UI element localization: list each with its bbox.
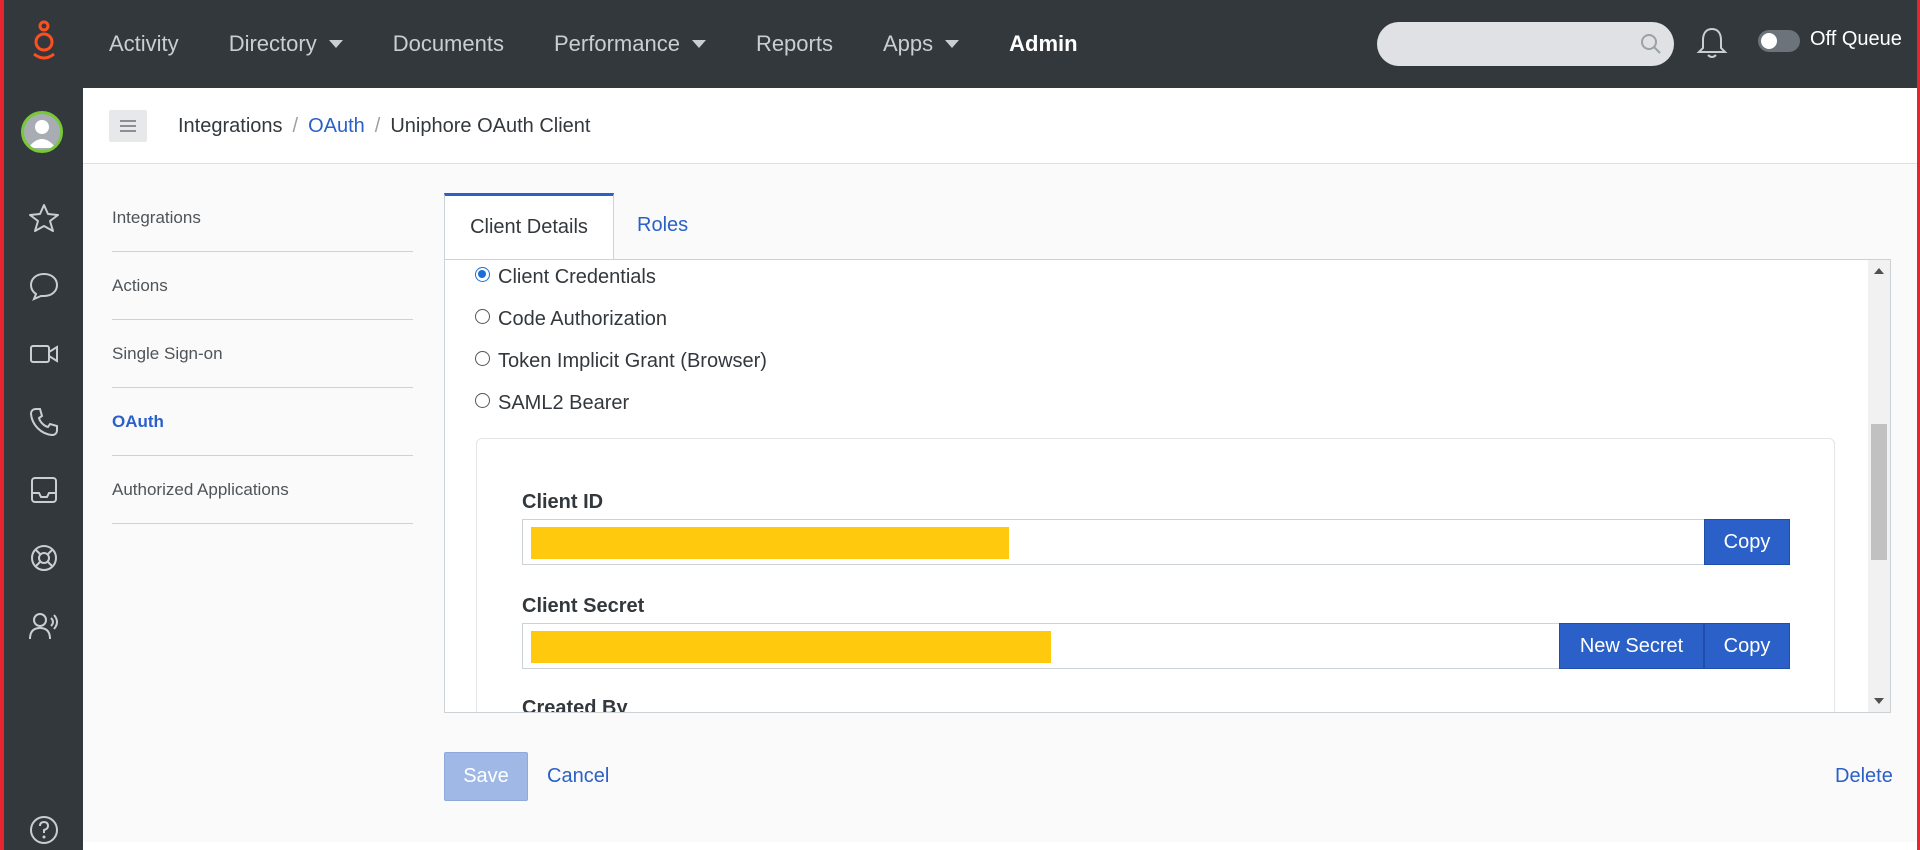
nav-activity[interactable]: Activity xyxy=(109,31,179,57)
grant-type-option[interactable]: Client Credentials xyxy=(475,266,656,289)
star-icon[interactable] xyxy=(26,200,62,236)
caret-down-icon xyxy=(328,40,343,48)
video-icon[interactable] xyxy=(26,336,62,372)
breadcrumb-bar: Integrations / OAuth / Uniphore OAuth Client xyxy=(83,88,1917,164)
nav-label: Performance xyxy=(553,31,680,56)
help-icon[interactable] xyxy=(26,812,62,848)
avatar[interactable] xyxy=(21,111,63,153)
breadcrumb: Integrations / OAuth / Uniphore OAuth Client xyxy=(178,115,590,138)
main-content: Integrations Actions Single Sign-on OAut… xyxy=(83,164,1917,842)
contacts-icon[interactable] xyxy=(26,608,62,644)
grant-type-label: SAML2 Bearer xyxy=(498,392,630,414)
breadcrumb-link-oauth[interactable]: OAuth xyxy=(308,115,365,137)
scrollbar-thumb[interactable] xyxy=(1871,424,1887,560)
grant-type-label: Code Authorization xyxy=(498,308,668,330)
menu-toggle-button[interactable] xyxy=(109,110,147,142)
grant-type-label: Token Implicit Grant (Browser) xyxy=(498,350,767,372)
new-secret-button[interactable]: New Secret xyxy=(1559,623,1704,669)
leftnav-item-authorized-applications[interactable]: Authorized Applications xyxy=(112,456,413,524)
cancel-button[interactable]: Cancel xyxy=(547,765,609,788)
nav-apps[interactable]: Apps xyxy=(882,31,960,57)
delete-button[interactable]: Delete xyxy=(1835,765,1893,788)
tab-roles[interactable]: Roles xyxy=(637,193,688,257)
client-details-panel: Client Credentials Code Authorization To… xyxy=(444,259,1891,713)
grant-type-option[interactable]: Code Authorization xyxy=(475,308,667,331)
client-id-field[interactable] xyxy=(522,519,1705,565)
nav-label: Documents xyxy=(392,31,504,56)
genesys-logo-icon[interactable] xyxy=(26,20,62,64)
copy-client-secret-button[interactable]: Copy xyxy=(1704,623,1790,669)
bell-icon[interactable] xyxy=(1696,26,1728,65)
search-input[interactable] xyxy=(1377,22,1674,66)
lifebuoy-icon[interactable] xyxy=(26,540,62,576)
radio-button[interactable] xyxy=(475,267,490,282)
phone-icon[interactable] xyxy=(26,404,62,440)
nav-performance[interactable]: Performance xyxy=(554,31,706,57)
toggle-knob xyxy=(1761,33,1777,49)
breadcrumb-current: Uniphore OAuth Client xyxy=(390,115,591,137)
leftnav-item-oauth[interactable]: OAuth xyxy=(112,388,413,456)
save-button[interactable]: Save xyxy=(444,752,528,801)
queue-status-label: Off Queue xyxy=(1810,28,1902,50)
created-by-label: Created By xyxy=(522,697,628,713)
redacted-value xyxy=(531,527,1009,559)
icon-sidebar xyxy=(4,88,83,850)
client-secret-label: Client Secret xyxy=(522,595,645,617)
queue-toggle[interactable] xyxy=(1758,30,1800,52)
breadcrumb-separator: / xyxy=(292,115,299,137)
nav-reports[interactable]: Reports xyxy=(756,31,833,57)
nav-label: Directory xyxy=(228,31,317,56)
nav-directory[interactable]: Directory xyxy=(229,31,343,57)
admin-left-nav: Integrations Actions Single Sign-on OAut… xyxy=(112,184,413,524)
nav-label: Apps xyxy=(882,31,934,56)
nav-label: Activity xyxy=(109,31,179,56)
panel-scrollbar[interactable] xyxy=(1868,260,1890,712)
top-navigation-bar: Activity Directory Documents Performance… xyxy=(4,0,1917,88)
search-icon xyxy=(1641,34,1661,54)
caret-down-icon xyxy=(691,40,706,48)
tab-client-details[interactable]: Client Details xyxy=(444,193,614,259)
leftnav-item-actions[interactable]: Actions xyxy=(112,252,413,320)
radio-button[interactable] xyxy=(475,351,490,366)
scroll-down-arrow-icon[interactable] xyxy=(1874,698,1884,704)
grant-type-label: Client Credentials xyxy=(498,266,656,288)
radio-button[interactable] xyxy=(475,393,490,408)
client-secret-field[interactable] xyxy=(522,623,1560,669)
nav-label: Admin xyxy=(1009,31,1078,56)
main-nav: Activity Directory Documents Performance… xyxy=(109,0,1128,88)
nav-label: Reports xyxy=(755,31,833,56)
grant-type-option[interactable]: SAML2 Bearer xyxy=(475,392,629,415)
credentials-card: Client ID Copy Client Secret New Secret … xyxy=(476,438,1835,713)
grant-type-option[interactable]: Token Implicit Grant (Browser) xyxy=(475,350,767,373)
leftnav-item-single-sign-on[interactable]: Single Sign-on xyxy=(112,320,413,388)
client-id-label: Client ID xyxy=(522,491,604,513)
chat-icon[interactable] xyxy=(26,268,62,304)
leftnav-item-integrations[interactable]: Integrations xyxy=(112,184,413,252)
hamburger-icon xyxy=(120,120,136,132)
breadcrumb-separator: / xyxy=(374,115,381,137)
nav-documents[interactable]: Documents xyxy=(393,31,504,57)
copy-client-id-button[interactable]: Copy xyxy=(1704,519,1790,565)
radio-button[interactable] xyxy=(475,309,490,324)
redacted-value xyxy=(531,631,1051,663)
scroll-up-arrow-icon[interactable] xyxy=(1874,268,1884,274)
caret-down-icon xyxy=(945,40,960,48)
nav-admin[interactable]: Admin xyxy=(1009,31,1077,57)
breadcrumb-root: Integrations xyxy=(178,115,283,137)
inbox-icon[interactable] xyxy=(26,472,62,508)
